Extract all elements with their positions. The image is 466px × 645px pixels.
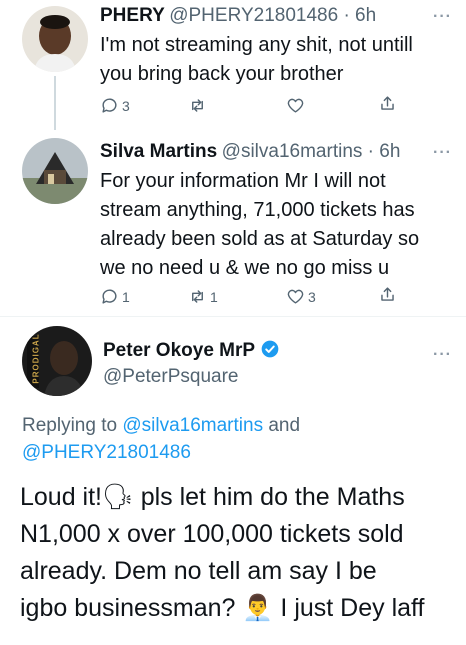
tweet-text-line: already been sold as at Saturday so xyxy=(100,228,420,250)
share-button[interactable] xyxy=(378,94,397,113)
avatar-label: PRODIGAL xyxy=(31,333,41,384)
retweet-icon xyxy=(192,290,203,303)
mention-link[interactable]: @silva16martins xyxy=(122,415,263,436)
retweet-count: 1 xyxy=(210,288,218,305)
like-button[interactable] xyxy=(286,96,308,115)
more-options-icon[interactable]: ··· xyxy=(433,8,452,26)
like-count: 3 xyxy=(308,288,316,305)
like-button[interactable]: 3 xyxy=(286,287,316,306)
verified-badge-icon xyxy=(261,340,278,358)
display-name[interactable]: PHERY xyxy=(100,5,165,26)
handle-time[interactable]: @silva16martins · 6h xyxy=(222,141,401,162)
more-options-icon[interactable]: ··· xyxy=(433,346,452,364)
divider xyxy=(0,316,466,317)
display-name[interactable]: Peter Okoye MrP xyxy=(103,340,255,361)
tweet-text: Loud it!🗣 pls let him do the Maths N1,00… xyxy=(20,479,424,627)
retweet-button[interactable] xyxy=(188,96,210,115)
tweet-text-line: N1,000 x over 100,000 tickets sold xyxy=(20,520,404,548)
more-options-icon[interactable]: ··· xyxy=(433,144,452,162)
tweet-text-line: stream anything, 71,000 tickets has xyxy=(100,199,415,221)
tweet-text-line: Loud it!🗣 pls let him do the Maths xyxy=(20,483,405,511)
mention-link[interactable]: @PHERY21801486 xyxy=(22,442,191,463)
reply-count: 3 xyxy=(122,97,130,114)
tweet-text-line: already. Dem no tell am say I be xyxy=(20,557,377,585)
tweet-text: I'm not streaming any shit, not untill y… xyxy=(100,31,413,89)
retweet-icon xyxy=(192,99,203,112)
tweet-text-line: you bring back your brother xyxy=(100,63,344,85)
handle[interactable]: @PeterPsquare xyxy=(103,366,238,388)
handle-time[interactable]: @PHERY21801486 · 6h xyxy=(169,5,376,26)
heart-icon xyxy=(287,289,304,304)
share-button[interactable] xyxy=(378,285,397,304)
tweet-text-line: I'm not streaming any shit, not untill xyxy=(100,34,413,56)
heart-icon xyxy=(287,98,304,113)
thread-line xyxy=(54,76,56,130)
display-name[interactable]: Silva Martins xyxy=(100,141,217,162)
reply-count: 1 xyxy=(122,288,130,305)
avatar[interactable] xyxy=(22,6,88,72)
tweet-phery[interactable]: PHERY @PHERY21801486 · 6h ··· I'm not st… xyxy=(0,0,466,130)
share-icon xyxy=(381,287,394,301)
replying-to: Replying to @silva16martins and @PHERY21… xyxy=(22,415,301,463)
tweet-peter-okoye[interactable]: PRODIGAL Peter Okoye MrP @PeterPsquare ·… xyxy=(0,320,466,645)
avatar[interactable]: PRODIGAL xyxy=(22,326,92,396)
tweet-text-line: we no need u & we no go miss u xyxy=(100,257,390,279)
reply-button[interactable]: 3 xyxy=(100,96,130,115)
avatar[interactable] xyxy=(22,138,88,204)
reply-button[interactable]: 1 xyxy=(100,287,130,306)
tweet-text-line: For your information Mr I will not xyxy=(100,170,386,192)
reply-icon xyxy=(102,98,117,113)
retweet-button[interactable]: 1 xyxy=(188,287,218,306)
tweet-text-line: igbo businessman? 👨‍💼 I just Dey laff xyxy=(20,594,425,622)
tweet-silva[interactable]: Silva Martins @silva16martins · 6h ··· F… xyxy=(0,130,466,320)
reply-icon xyxy=(102,289,117,304)
tweet-text: For your information Mr I will not strea… xyxy=(100,167,419,283)
share-icon xyxy=(381,96,394,110)
